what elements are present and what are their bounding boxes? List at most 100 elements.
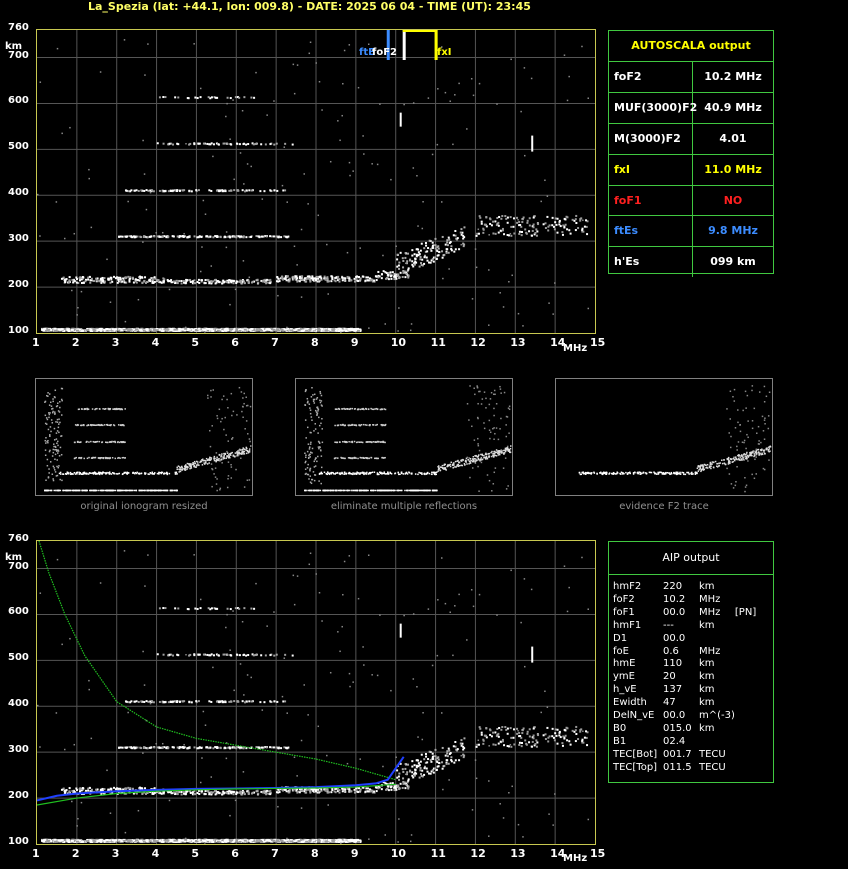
y-tick-label: 760 [8,22,29,33]
echo-point [574,218,577,221]
echo-point [176,235,179,238]
echo-point [196,280,199,283]
thumb-point [337,424,340,426]
echo-point [172,280,175,283]
thumb-point [320,422,322,425]
noise-point [398,307,400,309]
echo-point [54,329,58,332]
echo-point [478,232,481,235]
echo-point [86,329,90,332]
thumb-point [316,406,318,409]
echo-point [144,281,147,284]
thumb-point [124,489,126,492]
echo-point [87,278,90,281]
noise-point [327,293,329,295]
thumb-point [341,489,343,492]
echo-point [333,279,336,282]
noise-point [471,298,474,300]
thumb-point [118,408,121,410]
echo-point [275,235,278,238]
thumb-point [88,456,90,459]
thumb-point [608,472,611,474]
thumb-point [402,473,405,475]
echo-point [326,276,329,279]
thumb-point [493,438,495,440]
thumb-point [728,432,730,434]
thumb-point [58,418,60,420]
thumb-point [409,489,412,492]
echo-point [431,244,434,247]
thumb-point [334,441,336,443]
echo-point [153,276,156,279]
grid [37,541,595,844]
thumb-point [101,472,104,474]
thumb-point [483,427,486,430]
echo-point [103,328,107,331]
echo-point [121,235,124,238]
echo-point [353,329,357,332]
noise-point [277,294,279,297]
noise-point [520,110,522,113]
thumb-point [242,453,244,455]
echo-point [436,250,439,253]
thumb-point [355,424,357,426]
echo-point [229,236,232,239]
thumb-point [58,411,61,413]
thumb-point [120,424,122,426]
echo-point [197,236,200,239]
thumb-point [500,417,502,420]
thumb-point [437,465,440,467]
thumb-point [493,450,496,453]
echo-point [129,276,132,279]
echo-point [182,280,185,283]
thumb-point [679,471,681,474]
echo-point [399,271,402,274]
thumb-point [395,489,397,492]
echo-point [81,329,85,332]
noise-point [281,184,284,187]
echo-point [475,234,478,237]
thumb-point [121,441,123,444]
thumb-point [49,412,51,414]
thumb-point [245,404,248,407]
thumb-point [51,411,54,414]
echo-point [175,279,178,282]
thumb-point [340,472,343,475]
thumb-point [317,446,320,448]
echo-point [298,280,301,283]
echo-point [181,328,185,331]
echo-point [445,251,448,254]
noise-point [261,198,264,200]
thumb-point [234,452,237,454]
thumb-point [354,472,356,475]
autoscala-row-m3000f2: M(3000)F2 4.01 [609,123,773,155]
autoscala-key: fxI [609,154,693,185]
thumb-point [45,442,47,444]
thumb-point [757,425,760,428]
thumb-point [101,441,104,443]
thumb-point [318,416,320,419]
thumb-point [111,489,114,492]
thumb-point [350,441,352,443]
thumb-point [56,474,59,477]
thumb-point [98,489,100,492]
noise-point [341,114,343,117]
echo-point [382,270,385,273]
thumb-point [468,460,471,462]
noise-point [444,91,447,94]
thumb-point [56,421,59,423]
echo-point [349,327,353,330]
thumb-point [397,471,399,474]
thumb-point [716,465,718,468]
thumb-point [61,399,63,402]
echo-point [390,277,393,280]
thumb-point [94,408,96,411]
thumb-point [69,471,72,474]
thumb-point [376,408,379,411]
thumb-point [214,457,216,460]
echo-point [319,275,322,278]
echo-point [229,97,232,100]
thumb-point [367,408,370,410]
noise-point [458,82,460,85]
thumb-point [727,463,730,465]
